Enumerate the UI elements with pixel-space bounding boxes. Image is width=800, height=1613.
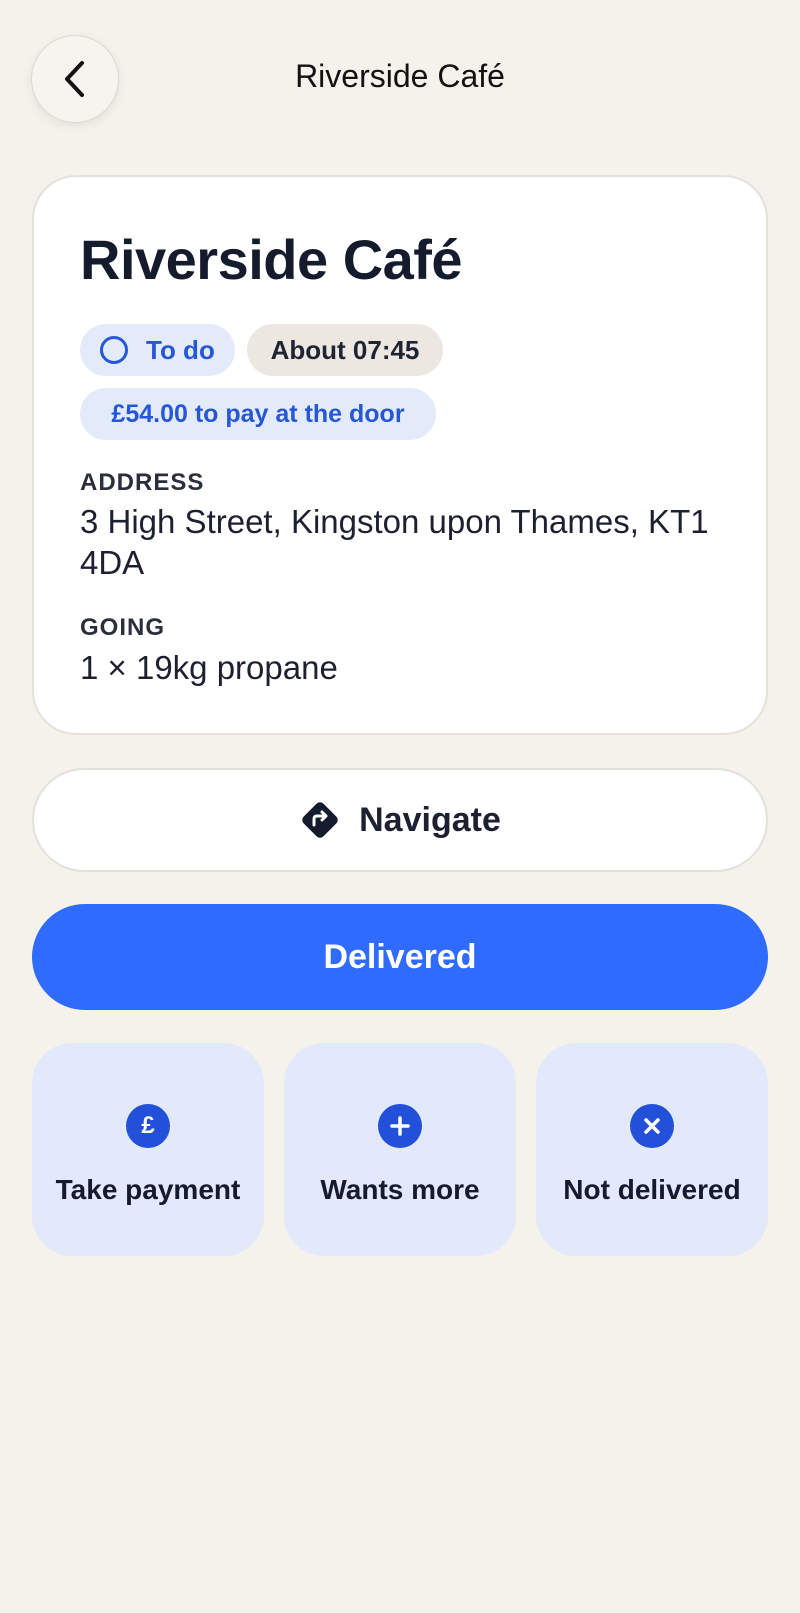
address-value: 3 High Street, Kingston upon Thames, KT1… [80, 503, 709, 581]
wants-more-label: Wants more [320, 1174, 480, 1205]
take-payment-label: Take payment [55, 1174, 241, 1205]
status-circle-icon [100, 336, 128, 364]
top-bar: Riverside Café [0, 0, 800, 160]
page-title: Riverside Café [295, 58, 505, 94]
take-payment-button[interactable]: £ Take payment [32, 1043, 264, 1256]
payment-label: £54.00 to pay at the door [111, 399, 405, 428]
directions-icon [302, 802, 338, 838]
eta-label: About 07:45 [270, 334, 420, 365]
close-icon [630, 1104, 674, 1148]
not-delivered-button[interactable]: Not delivered [536, 1043, 768, 1256]
pound-icon: £ [126, 1104, 170, 1148]
wants-more-button[interactable]: Wants more [284, 1043, 516, 1256]
pound-glyph: £ [141, 1112, 155, 1139]
going-value: 1 × 19kg propane [80, 649, 338, 686]
navigate-button[interactable]: Navigate [32, 768, 768, 872]
plus-icon [378, 1104, 422, 1148]
navigate-label: Navigate [359, 800, 501, 839]
address-label: ADDRESS [80, 469, 205, 496]
stop-name: Riverside Café [80, 228, 463, 291]
stop-details-card: Riverside Café To do About 07:45 £54.00 … [32, 175, 768, 735]
status-badge: To do [80, 324, 235, 376]
delivered-label: Delivered [323, 937, 477, 976]
eta-badge: About 07:45 [247, 324, 443, 376]
payment-badge: £54.00 to pay at the door [80, 388, 436, 440]
status-label: To do [146, 334, 215, 365]
delivered-button[interactable]: Delivered [32, 904, 768, 1010]
not-delivered-label: Not delivered [563, 1174, 741, 1205]
going-label: GOING [80, 614, 166, 641]
